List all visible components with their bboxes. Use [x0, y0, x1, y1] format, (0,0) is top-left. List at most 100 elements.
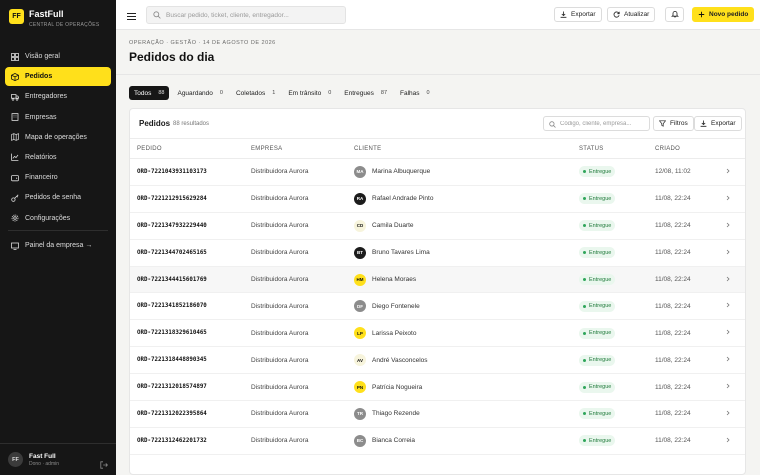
order-id[interactable]: ORD-7221318329610465: [130, 319, 251, 348]
tab-em-transito[interactable]: Em trânsito 0: [283, 86, 336, 100]
table-row[interactable]: ORD-7221312018574897 Distribuidora Aurora…: [130, 373, 745, 402]
chevron-right-icon[interactable]: [725, 356, 731, 362]
client-name: Patrícia Nogueira: [372, 383, 423, 391]
order-id[interactable]: ORD-7221347932229440: [130, 212, 251, 240]
client-avatar: DF: [354, 300, 366, 313]
row-action[interactable]: [725, 427, 745, 455]
notifications-button[interactable]: [665, 7, 684, 22]
sidebar-item-pedidos-de-senha[interactable]: Pedidos de senha: [5, 188, 111, 207]
order-id[interactable]: ORD-7221212915629284: [130, 185, 251, 213]
table-row[interactable]: ORD-7221347932229440 Distribuidora Aurora…: [130, 212, 745, 240]
table-row[interactable]: ORD-7221341852186070 Distribuidora Aurora…: [130, 292, 745, 321]
chevron-right-icon[interactable]: [725, 249, 731, 255]
sidebar-item-configuracoes[interactable]: Configurações: [5, 209, 111, 228]
row-action[interactable]: [725, 266, 745, 294]
chevron-right-icon[interactable]: [725, 276, 731, 282]
table-row[interactable]: ORD-7221043931103173 Distribuidora Aurora…: [130, 158, 745, 186]
order-id[interactable]: ORD-7221312022395864: [130, 400, 251, 428]
sidebar-item-empresas[interactable]: Empresas: [5, 108, 111, 127]
sidebar-item-relatorios[interactable]: Relatórios: [5, 148, 111, 167]
row-action[interactable]: [725, 212, 745, 240]
status-label: Entregue: [589, 357, 612, 364]
sidebar-item-visao-geral[interactable]: Visão geral: [5, 47, 111, 66]
order-id[interactable]: ORD-7221344702465165: [130, 239, 251, 267]
status-dot: [583, 331, 586, 335]
sidebar-item-label: Configurações: [25, 214, 71, 222]
user-avatar[interactable]: FF: [8, 452, 23, 467]
order-id[interactable]: ORD-7221318448890345: [130, 346, 251, 375]
order-company: Distribuidora Aurora: [251, 266, 354, 294]
chevron-right-icon[interactable]: [725, 168, 731, 174]
sidebar-item-entregadores[interactable]: Entregadores: [5, 87, 111, 106]
row-action[interactable]: [725, 239, 745, 267]
sidebar-nav: Visão geral Pedidos Entregadores Empresa…: [5, 47, 111, 229]
row-action[interactable]: [725, 373, 745, 402]
sidebar-item-label: Pedidos: [25, 73, 53, 81]
order-created: 11/08, 22:24: [655, 239, 725, 267]
order-id[interactable]: ORD-7221341852186070: [130, 292, 251, 321]
table-row[interactable]: ORD-7221344702465165 Distribuidora Aurora…: [130, 239, 745, 267]
chevron-right-icon[interactable]: [725, 329, 731, 335]
client-avatar: PN: [354, 381, 366, 394]
tab-aguardando[interactable]: Aguardando 0: [172, 86, 227, 100]
refresh-button[interactable]: Atualizar: [607, 7, 656, 22]
company-panel-link[interactable]: Painel da empresa →: [5, 236, 111, 255]
status-label: Entregue: [589, 384, 612, 391]
table-header-row: PEDIDO EMPRESA CLIENTE STATUS CRIADO: [130, 138, 745, 159]
col-header-empresa[interactable]: EMPRESA: [251, 138, 354, 159]
col-header-cliente[interactable]: CLIENTE: [354, 138, 579, 159]
col-header-pedido[interactable]: PEDIDO: [130, 138, 251, 159]
chevron-right-icon[interactable]: [725, 195, 731, 201]
refresh-icon: [613, 11, 620, 18]
row-action[interactable]: [725, 158, 745, 186]
brand[interactable]: FF FastFull CENTRAL DE OPERAÇÕES: [9, 9, 100, 28]
table-row[interactable]: ORD-7221312022395864 Distribuidora Aurora…: [130, 400, 745, 428]
orders-search[interactable]: [543, 116, 650, 131]
chevron-right-icon[interactable]: [725, 383, 731, 389]
order-id[interactable]: ORD-7221344415601769: [130, 266, 251, 294]
status-badge: Entregue: [579, 381, 616, 393]
sidebar-item-label: Financeiro: [25, 174, 58, 182]
table-row[interactable]: ORD-7221318448890345 Distribuidora Aurora…: [130, 346, 745, 375]
order-id[interactable]: ORD-7221312018574897: [130, 373, 251, 402]
table-row[interactable]: ORD-7221212915629284 Distribuidora Aurora…: [130, 185, 745, 213]
results-count: 88 resultados: [173, 121, 210, 127]
order-company: Distribuidora Aurora: [251, 212, 354, 240]
row-action[interactable]: [725, 292, 745, 321]
search-input[interactable]: [166, 11, 341, 19]
global-search[interactable]: [146, 6, 346, 24]
table-row[interactable]: ORD-7221318329610465 Distribuidora Aurora…: [130, 319, 745, 348]
tab-coletados[interactable]: Coletados 1: [231, 86, 280, 100]
chevron-right-icon[interactable]: [725, 302, 731, 308]
menu-icon[interactable]: [126, 9, 137, 21]
sidebar-item-financeiro[interactable]: Financeiro: [5, 168, 111, 187]
order-id[interactable]: ORD-7221312462201732: [130, 427, 251, 455]
logout-icon[interactable]: [100, 456, 108, 469]
row-action[interactable]: [725, 346, 745, 375]
chevron-right-icon[interactable]: [725, 437, 731, 443]
filters-button[interactable]: Filtros: [653, 116, 694, 131]
sidebar-item-pedidos[interactable]: Pedidos: [5, 67, 111, 87]
order-id[interactable]: ORD-7221043931103173: [130, 158, 251, 186]
new-order-button[interactable]: Novo pedido: [692, 7, 755, 22]
row-action[interactable]: [725, 185, 745, 213]
table-row[interactable]: ORD-7221312462201732 Distribuidora Aurora…: [130, 427, 745, 455]
orders-search-input[interactable]: [560, 120, 648, 127]
user-footer: FF Fast Full Dono · admin: [0, 443, 116, 475]
card-export-button[interactable]: Exportar: [694, 116, 742, 131]
col-header-criado[interactable]: CRIADO: [655, 138, 725, 159]
chevron-right-icon[interactable]: [725, 410, 731, 416]
status-label: Entregue: [589, 276, 612, 283]
tab-falhas[interactable]: Falhas 0: [395, 86, 435, 100]
tab-entregues[interactable]: Entregues 87: [339, 86, 392, 100]
chevron-right-icon[interactable]: [725, 222, 731, 228]
col-header-status[interactable]: STATUS: [579, 138, 655, 159]
export-button[interactable]: Exportar: [554, 7, 602, 22]
row-action[interactable]: [725, 400, 745, 428]
tab-todos[interactable]: Todos 88: [129, 86, 170, 100]
search-icon: [549, 115, 556, 133]
table-row[interactable]: ORD-7221344415601769 Distribuidora Aurora…: [130, 266, 745, 294]
row-action[interactable]: [725, 319, 745, 348]
sidebar-item-mapa-de-operacoes[interactable]: Mapa de operações: [5, 128, 111, 147]
order-created: 11/08, 22:24: [655, 400, 725, 428]
